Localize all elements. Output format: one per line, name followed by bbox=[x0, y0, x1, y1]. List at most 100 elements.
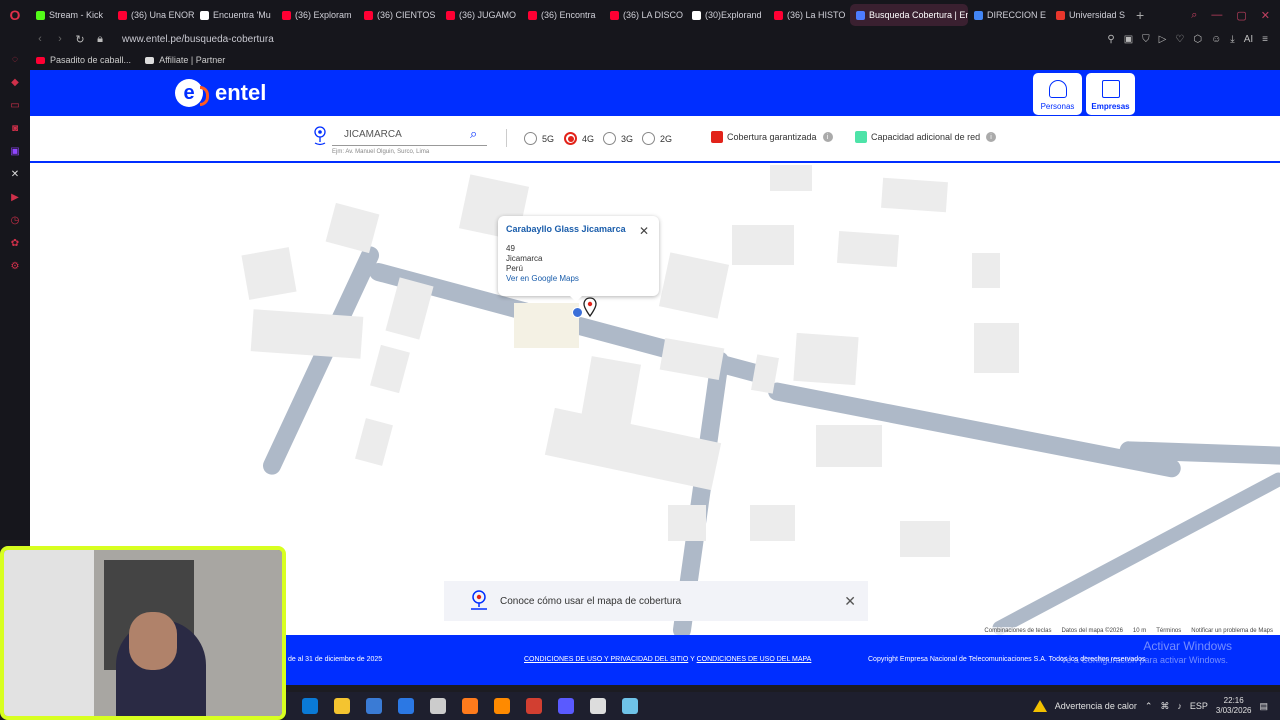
map-credit-item[interactable]: Términos bbox=[1156, 628, 1181, 634]
language-indicator[interactable]: ESP bbox=[1190, 701, 1208, 711]
close-popup-icon[interactable]: ✕ bbox=[639, 224, 649, 238]
tab-list: Stream - Kick (36) Una ENOR Encuentra 'Mu (… bbox=[30, 4, 1132, 26]
taskbar-app-icon[interactable] bbox=[334, 698, 350, 714]
crypto-icon[interactable]: ◆ bbox=[9, 77, 21, 89]
taskbar-app-icon[interactable] bbox=[622, 698, 638, 714]
instagram-icon[interactable]: ◙ bbox=[9, 123, 21, 135]
empresas-button[interactable]: Empresas bbox=[1086, 73, 1135, 115]
pin-icon[interactable]: ⚲ bbox=[1107, 34, 1114, 45]
play-icon[interactable]: ▷ bbox=[1159, 34, 1167, 45]
browser-tab[interactable]: (36) Una ENOR bbox=[112, 4, 194, 26]
new-tab-icon[interactable]: + bbox=[1136, 7, 1144, 23]
notifications-icon[interactable]: ▤ bbox=[1259, 701, 1268, 712]
browser-tab[interactable]: (36) Exploram bbox=[276, 4, 358, 26]
map-credit-item[interactable]: 10 m bbox=[1133, 628, 1146, 634]
browser-tab[interactable]: Stream - Kick bbox=[30, 4, 112, 26]
site-header: e entel Personas Empresas bbox=[30, 70, 1280, 116]
map-credit-item[interactable]: Notificar un problema de Maps bbox=[1191, 628, 1273, 634]
google-maps-link[interactable]: Ver en Google Maps bbox=[506, 274, 651, 283]
url-field[interactable]: www.entel.pe/busqueda-cobertura bbox=[122, 34, 274, 45]
chevron-up-icon[interactable]: ⌃ bbox=[1145, 701, 1153, 712]
browser-tab[interactable]: Encuentra 'Mu bbox=[194, 4, 276, 26]
heat-warning-label[interactable]: Advertencia de calor bbox=[1055, 701, 1137, 711]
entel-logo[interactable]: e entel bbox=[175, 79, 266, 107]
messenger-icon[interactable]: ▭ bbox=[9, 100, 21, 112]
browser-tab[interactable]: (30)Explorand bbox=[686, 4, 768, 26]
empresas-label: Empresas bbox=[1091, 102, 1130, 111]
taskbar-app-icon[interactable] bbox=[526, 698, 542, 714]
settings-icon[interactable]: ⚙ bbox=[9, 261, 21, 273]
system-tray: Advertencia de calor ⌃ ⌘ ♪ ESP 22:16 3/0… bbox=[1032, 696, 1280, 716]
browser-tab[interactable]: DIRECCION E bbox=[968, 4, 1050, 26]
close-tip-icon[interactable]: ✕ bbox=[844, 593, 856, 610]
download-icon[interactable]: ⤓ bbox=[1230, 34, 1234, 45]
lock-pin-icon[interactable] bbox=[572, 307, 583, 318]
network-radio-3g[interactable]: 3G bbox=[603, 132, 633, 145]
reload-icon[interactable]: ↻ bbox=[70, 33, 90, 46]
tab-label: Stream - Kick bbox=[49, 10, 104, 20]
address-search-input[interactable] bbox=[332, 124, 487, 146]
radio-label: 5G bbox=[542, 133, 555, 144]
map-building bbox=[385, 277, 434, 340]
browser-tab[interactable]: (36) CIENTOS bbox=[358, 4, 440, 26]
history-icon[interactable]: ◷ bbox=[9, 215, 21, 227]
bookmark-item[interactable]: Affiliate | Partner bbox=[145, 55, 225, 65]
player-icon[interactable]: ▶ bbox=[9, 192, 21, 204]
radio-label: 2G bbox=[660, 133, 673, 144]
twitch-icon[interactable]: ▣ bbox=[9, 146, 21, 158]
site-terms-link[interactable]: CONDICIONES DE USO Y PRIVACIDAD DEL SITI… bbox=[524, 656, 688, 663]
network-radio-4g[interactable]: 4G bbox=[564, 132, 594, 145]
search-icon[interactable]: ⌕ bbox=[470, 126, 477, 142]
browser-tab[interactable]: (36) LA DISCO bbox=[604, 4, 686, 26]
browser-tab[interactable]: (36) La HISTO bbox=[768, 4, 850, 26]
snapshot-icon[interactable]: ▣ bbox=[1124, 34, 1133, 45]
clock[interactable]: 22:16 3/03/2026 bbox=[1216, 696, 1252, 716]
browser-tab[interactable]: (36) JUGAMO bbox=[440, 4, 522, 26]
profile-icon[interactable]: ☺ bbox=[1211, 34, 1221, 45]
tab-favicon-icon bbox=[974, 10, 983, 20]
heart-icon[interactable]: ♡ bbox=[1175, 34, 1184, 45]
shield-icon[interactable]: ⛉ bbox=[1142, 34, 1150, 45]
taskbar-app-icon[interactable] bbox=[494, 698, 510, 714]
browser-tab[interactable]: Universidad S bbox=[1050, 4, 1132, 26]
map-building bbox=[732, 225, 794, 265]
aria-icon[interactable]: ◌ bbox=[9, 54, 21, 66]
taskbar-app-icon[interactable] bbox=[462, 698, 478, 714]
taskbar-app-icon[interactable] bbox=[590, 698, 606, 714]
volume-icon[interactable]: ♪ bbox=[1177, 701, 1182, 711]
bookmark-item[interactable]: Pasadito de caball... bbox=[36, 55, 131, 65]
map-credit-item[interactable]: Datos del mapa ©2026 bbox=[1061, 628, 1122, 634]
browser-tab[interactable]: Busqueda Cobertura | En bbox=[850, 4, 968, 26]
info-icon[interactable]: i bbox=[986, 132, 997, 142]
extensions-icon[interactable]: ⬡ bbox=[1193, 34, 1202, 45]
close-window-icon[interactable]: ✕ bbox=[1261, 9, 1270, 22]
search-tabs-icon[interactable]: ⌕ bbox=[1191, 9, 1197, 22]
taskbar-app-icon[interactable] bbox=[366, 698, 382, 714]
network-radio-5g[interactable]: 5G bbox=[524, 132, 554, 145]
forward-icon[interactable]: › bbox=[50, 33, 70, 45]
opera-sidebar: ◌ ◆ ▭ ◙ ▣ ✕ ▶ ◷ ✿ ⚙ bbox=[0, 30, 30, 540]
maximize-icon[interactable]: ▢ bbox=[1236, 9, 1246, 22]
taskbar-app-icon[interactable] bbox=[430, 698, 446, 714]
opera-logo-icon[interactable]: O bbox=[0, 0, 30, 30]
map-marker-icon[interactable] bbox=[583, 297, 597, 317]
taskbar-app-icon[interactable] bbox=[558, 698, 574, 714]
map-building bbox=[659, 338, 725, 380]
personas-button[interactable]: Personas bbox=[1033, 73, 1082, 115]
extensions-sidebar-icon[interactable]: ✿ bbox=[9, 238, 21, 250]
info-icon[interactable]: i bbox=[822, 132, 833, 142]
x-icon[interactable]: ✕ bbox=[9, 169, 21, 181]
map-credit-item[interactable]: Combinaciones de teclas bbox=[984, 628, 1051, 634]
map-terms-link[interactable]: CONDICIONES DE USO DEL MAPA bbox=[697, 656, 812, 663]
taskbar-app-icon[interactable] bbox=[302, 698, 318, 714]
taskbar-app-icon[interactable] bbox=[398, 698, 414, 714]
browser-tab[interactable]: (36) Encontra bbox=[522, 4, 604, 26]
network-radio-2g[interactable]: 2G bbox=[642, 132, 672, 145]
network-icon[interactable]: ⌘ bbox=[1160, 701, 1169, 712]
menu-icon[interactable]: ≡ bbox=[1262, 34, 1268, 45]
back-icon[interactable]: ‹ bbox=[30, 33, 50, 45]
heat-warning-icon[interactable] bbox=[1032, 700, 1047, 712]
map-building bbox=[370, 344, 410, 394]
minimize-icon[interactable]: — bbox=[1211, 9, 1222, 22]
ai-icon[interactable]: AI bbox=[1244, 34, 1253, 45]
